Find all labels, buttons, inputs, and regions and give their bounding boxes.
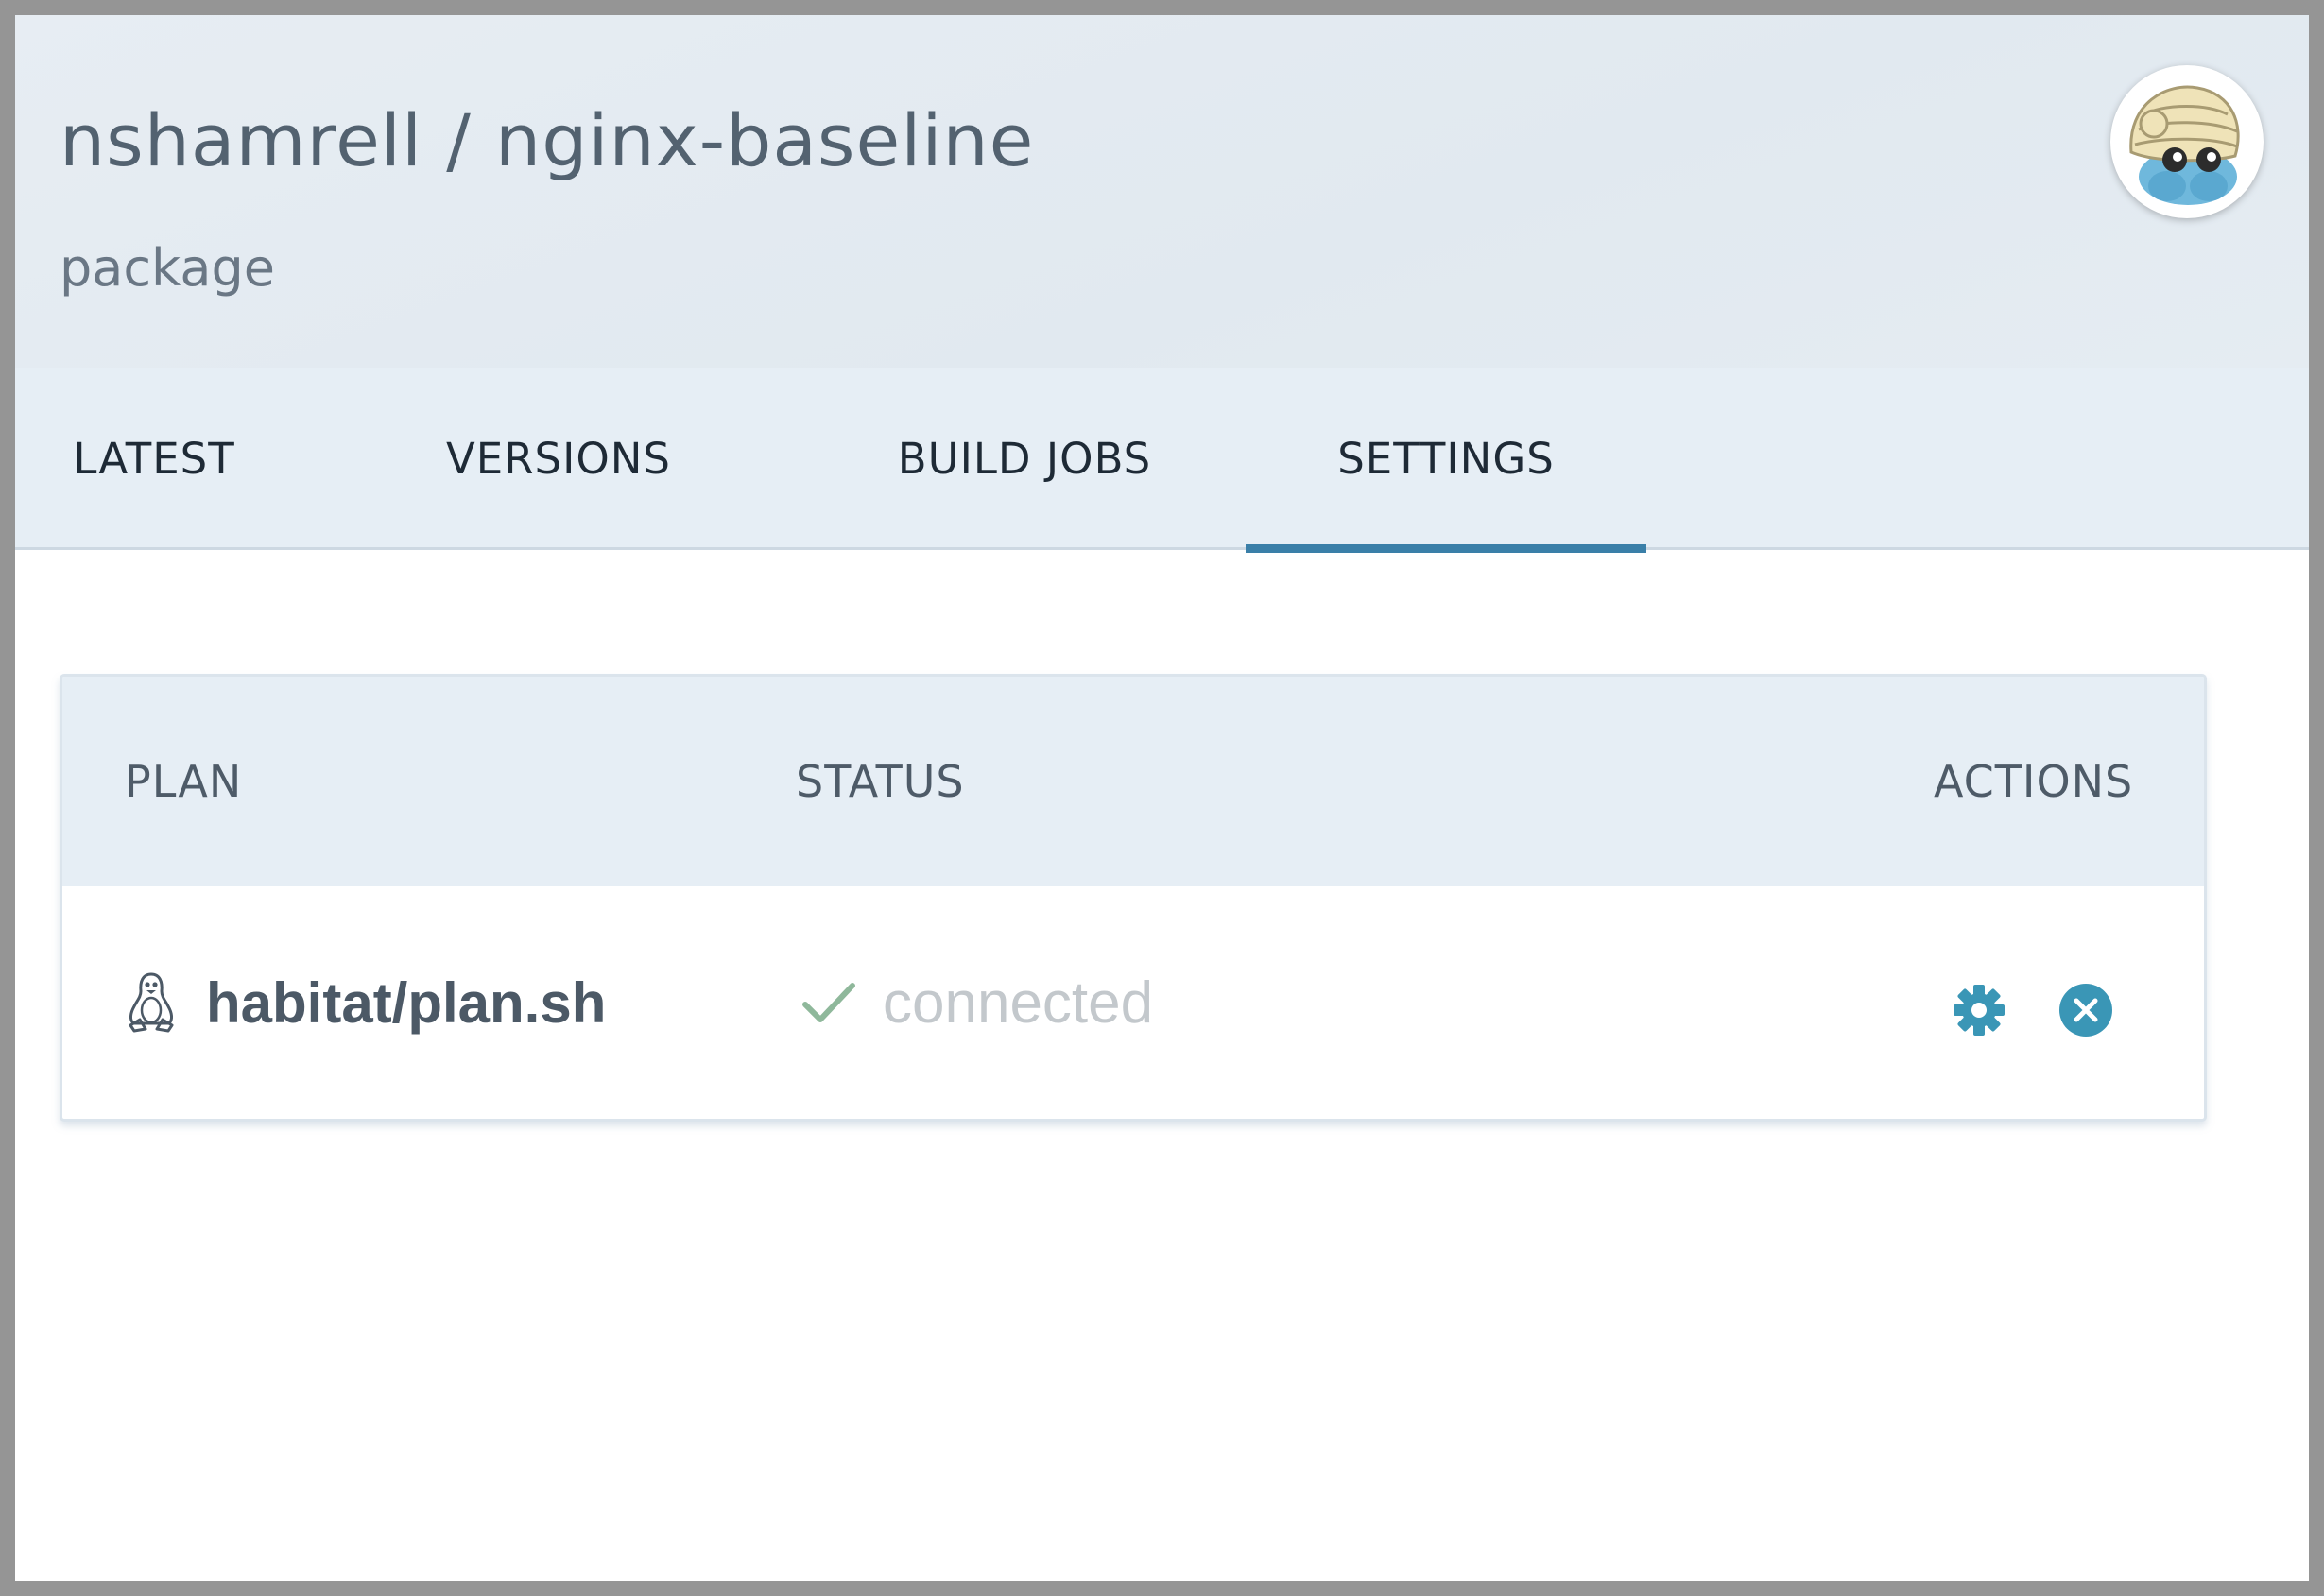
actions-cell	[1953, 886, 2113, 1119]
avatar[interactable]	[2110, 65, 2264, 218]
tab-versions-label: VERSIONS	[446, 434, 671, 484]
tab-build-jobs-label: BUILD JOBS	[897, 434, 1152, 484]
checkmark-icon	[802, 983, 855, 1022]
table-row: habitat/plan.sh connected	[62, 886, 2204, 1119]
package-tabs: LATEST VERSIONS BUILD JOBS SETTINGS	[15, 368, 2309, 553]
close-circle-icon	[2059, 983, 2112, 1037]
tab-settings[interactable]: SETTINGS	[1246, 368, 1646, 553]
table-header: PLAN STATUS ACTIONS	[62, 677, 2204, 886]
avatar-omanyte-icon	[2113, 68, 2261, 215]
column-header-status: STATUS	[796, 756, 965, 807]
app-frame: nshamrell / nginx-baseline package LATES…	[15, 15, 2309, 1581]
status-text: connected	[883, 970, 1154, 1036]
plan-name: habitat/plan.sh	[206, 970, 607, 1035]
column-header-actions: ACTIONS	[1934, 756, 2134, 807]
column-header-plan: PLAN	[125, 756, 243, 807]
tab-build-jobs[interactable]: BUILD JOBS	[864, 368, 1185, 550]
remove-action-button[interactable]	[2058, 983, 2113, 1042]
plan-cell: habitat/plan.sh	[125, 886, 606, 1119]
plans-table: PLAN STATUS ACTIONS habitat/plan.sh conn…	[60, 674, 2207, 1122]
page-title: nshamrell / nginx-baseline	[60, 98, 1035, 182]
status-cell: connected	[801, 886, 1153, 1119]
tab-latest[interactable]: LATEST	[60, 368, 249, 550]
settings-action-button[interactable]	[1953, 984, 2006, 1041]
tab-latest-label: LATEST	[73, 434, 235, 484]
tab-settings-label: SETTINGS	[1337, 434, 1555, 484]
page-subtitle: package	[60, 238, 275, 298]
package-header: nshamrell / nginx-baseline package	[15, 15, 2309, 368]
tab-versions[interactable]: VERSIONS	[422, 368, 696, 550]
gear-icon	[1954, 984, 2005, 1036]
linux-penguin-icon	[129, 972, 174, 1033]
